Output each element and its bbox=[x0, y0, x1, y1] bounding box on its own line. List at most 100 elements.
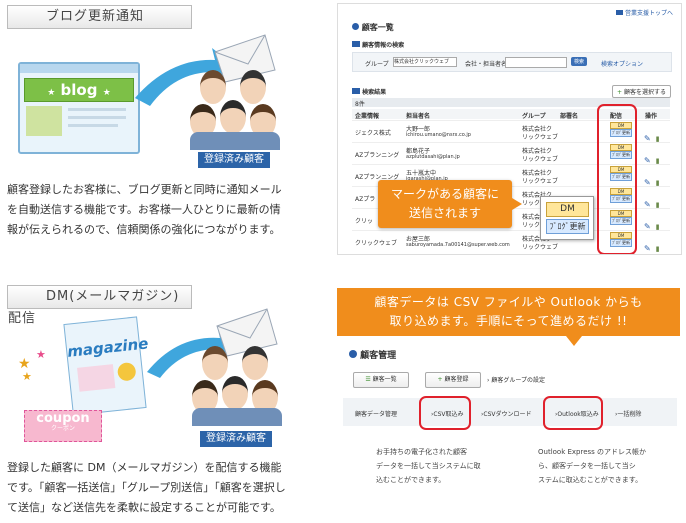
people-group-icon bbox=[192, 346, 282, 436]
cell-email: ichirou.umano@nsrx.co.jp bbox=[406, 132, 471, 138]
coupon-sub: クーポン bbox=[50, 425, 75, 432]
group-select[interactable]: 株式会社クリックウェブ bbox=[393, 57, 457, 67]
note-line: ら、顧客データを一括して当シ bbox=[538, 462, 636, 470]
monitor-icon bbox=[352, 88, 360, 94]
note-line: Outlook Express のアドレス帳か bbox=[538, 448, 647, 456]
desc-line: 顧客登録したお客様に、ブログ更新と同時に通知メール bbox=[7, 183, 282, 196]
search-heading-label: 顧客情報の検索 bbox=[362, 42, 405, 49]
trash-icon[interactable]: ▮ bbox=[656, 223, 660, 231]
text-line bbox=[68, 124, 118, 127]
chevron-right-icon: › bbox=[487, 377, 490, 384]
person-icon bbox=[349, 350, 357, 358]
import-banner: 顧客データは CSV ファイルや Outlook からも 取り込めます。手順にそ… bbox=[337, 288, 680, 336]
blog-illustration: ★ blog ★ 登録済み顧客 bbox=[10, 34, 310, 168]
edit-pencil-icon[interactable]: ✎ bbox=[644, 178, 651, 187]
star-icon: ★ bbox=[102, 88, 111, 98]
text-line bbox=[68, 116, 126, 119]
trash-icon[interactable]: ▮ bbox=[656, 201, 660, 209]
plus-icon: + bbox=[617, 89, 623, 96]
data-mgmt-bar: 顧客データ管理 ›CSV取込み ›CSVダウンロード ›Outlook取込み ›… bbox=[343, 398, 677, 426]
coupon-ticket: coupon クーポン bbox=[24, 410, 102, 442]
banner-pointer bbox=[566, 336, 582, 346]
search-options-link[interactable]: 検索オプション bbox=[601, 59, 643, 68]
csv-import-highlight bbox=[419, 396, 471, 430]
coupon-word: coupon bbox=[36, 411, 90, 426]
desc-line: 登録した顧客に DM（メールマガジン）を配信する機能 bbox=[7, 461, 282, 474]
popup-blog-tag: ﾌﾞﾛｸﾞ更新 bbox=[546, 219, 589, 234]
delivery-tag-popup: DM ﾌﾞﾛｸﾞ更新 bbox=[540, 196, 594, 240]
edit-pencil-icon[interactable]: ✎ bbox=[644, 200, 651, 209]
edit-pencil-icon[interactable]: ✎ bbox=[644, 156, 651, 165]
star-icon: ★ bbox=[47, 88, 56, 98]
note-line: データを一括して当システムに取 bbox=[376, 462, 481, 470]
col-group: グループ bbox=[522, 113, 546, 120]
page-title: 顧客一覧 bbox=[352, 22, 394, 33]
customer-register-button[interactable]: + 顧客登録 bbox=[425, 372, 481, 388]
trash-icon[interactable]: ▮ bbox=[656, 157, 660, 165]
cell-email: azplutdasahi@plan.jp bbox=[406, 154, 460, 160]
name-label: 会社・担当者名 bbox=[465, 61, 508, 68]
note-line: お手持ちの電子化された顧客 bbox=[376, 448, 467, 456]
registered-customers-badge: 登録済み顧客 bbox=[200, 431, 272, 447]
mgmt-title: 顧客管理 bbox=[349, 348, 396, 361]
name-input[interactable] bbox=[505, 57, 567, 68]
group-setting-link[interactable]: › 顧客グループの設定 bbox=[487, 375, 545, 384]
star-icon: ★ bbox=[36, 348, 46, 361]
outlook-note: Outlook Express のアドレス帳か ら、顧客データを一括して当シ ス… bbox=[538, 445, 678, 487]
browser-window: ★ blog ★ bbox=[18, 62, 140, 154]
outlook-import-highlight bbox=[543, 396, 603, 430]
results-heading: 検索結果 bbox=[352, 87, 386, 96]
text-line bbox=[68, 108, 126, 111]
csv-download-link[interactable]: ›CSVダウンロード bbox=[481, 409, 532, 418]
col-actions: 操作 bbox=[645, 113, 658, 120]
customer-list-label: 顧客一覧 bbox=[372, 376, 397, 383]
blog-description: 顧客登録したお客様に、ブログ更新と同時に通知メール を自動送信する機能です。お客… bbox=[7, 180, 319, 240]
csv-download-label: CSVダウンロード bbox=[483, 411, 532, 418]
delivery-column-highlight bbox=[597, 104, 637, 254]
callout-line: 送信されます bbox=[408, 206, 481, 220]
callout-line: マークがある顧客に bbox=[390, 187, 499, 201]
group-label: グループ bbox=[365, 61, 389, 68]
result-count: 8件 bbox=[355, 101, 365, 108]
magazine-word: magazine bbox=[66, 334, 150, 361]
delivery-callout: マークがある顧客に 送信されます bbox=[378, 180, 512, 228]
callout-pointer bbox=[512, 198, 522, 210]
bulk-delete-link[interactable]: ›一括削除 bbox=[615, 409, 641, 418]
cell-email: saburoyamada.7a00141@super.web.com bbox=[406, 242, 510, 248]
cell-company: クリックウェブ bbox=[355, 240, 398, 247]
search-button[interactable]: 検索 bbox=[571, 57, 588, 66]
edit-pencil-icon[interactable]: ✎ bbox=[644, 244, 651, 253]
list-icon: ☰ bbox=[365, 376, 371, 383]
banner-line: 顧客データは CSV ファイルや Outlook からも bbox=[374, 295, 643, 309]
desc-line: て送信」など送信先を柔軟に設定することが可能です。 bbox=[7, 501, 281, 514]
desc-line: を自動送信する機能です。お客様一人ひとりに最新の情 bbox=[7, 203, 281, 216]
blog-photo bbox=[26, 106, 62, 136]
trash-icon[interactable]: ▮ bbox=[656, 245, 660, 253]
dm-section-title: DM(メールマガジン)配信 bbox=[7, 285, 192, 326]
group-setting-label: 顧客グループの設定 bbox=[491, 377, 545, 384]
bulk-delete-label: 一括削除 bbox=[617, 411, 642, 418]
edit-pencil-icon[interactable]: ✎ bbox=[644, 134, 651, 143]
page-title-label: 顧客一覧 bbox=[361, 23, 394, 32]
monitor-icon bbox=[352, 41, 360, 47]
data-mgmt-label: 顧客データ管理 bbox=[355, 411, 398, 418]
cell-group-2: リックウェブ bbox=[522, 156, 559, 163]
cell-company: AZプランニング bbox=[355, 152, 400, 159]
csv-note: お手持ちの電子化された顧客 データを一括して当システムに取 込むことができます。 bbox=[376, 445, 516, 487]
select-customers-button[interactable]: + 顧客を選択する bbox=[612, 85, 671, 98]
magazine-cover: magazine bbox=[63, 316, 150, 416]
col-person: 担当者名 bbox=[406, 113, 431, 120]
edit-pencil-icon[interactable]: ✎ bbox=[644, 222, 651, 231]
top-link[interactable]: 営業支援トップへ bbox=[616, 8, 673, 17]
cell-group-2: リックウェブ bbox=[522, 134, 559, 141]
star-icon: ★ bbox=[22, 370, 32, 383]
people-group-icon bbox=[190, 70, 280, 160]
customer-register-label: 顧客登録 bbox=[444, 376, 469, 383]
trash-icon[interactable]: ▮ bbox=[656, 179, 660, 187]
note-line: ステムに取込むことができます。 bbox=[538, 476, 643, 484]
arrow-icon bbox=[616, 10, 624, 15]
cell-group-2: リックウェブ bbox=[522, 178, 559, 185]
note-line: 込むことができます。 bbox=[376, 476, 446, 484]
trash-icon[interactable]: ▮ bbox=[656, 135, 660, 143]
customer-list-button[interactable]: ☰ 顧客一覧 bbox=[353, 372, 409, 388]
